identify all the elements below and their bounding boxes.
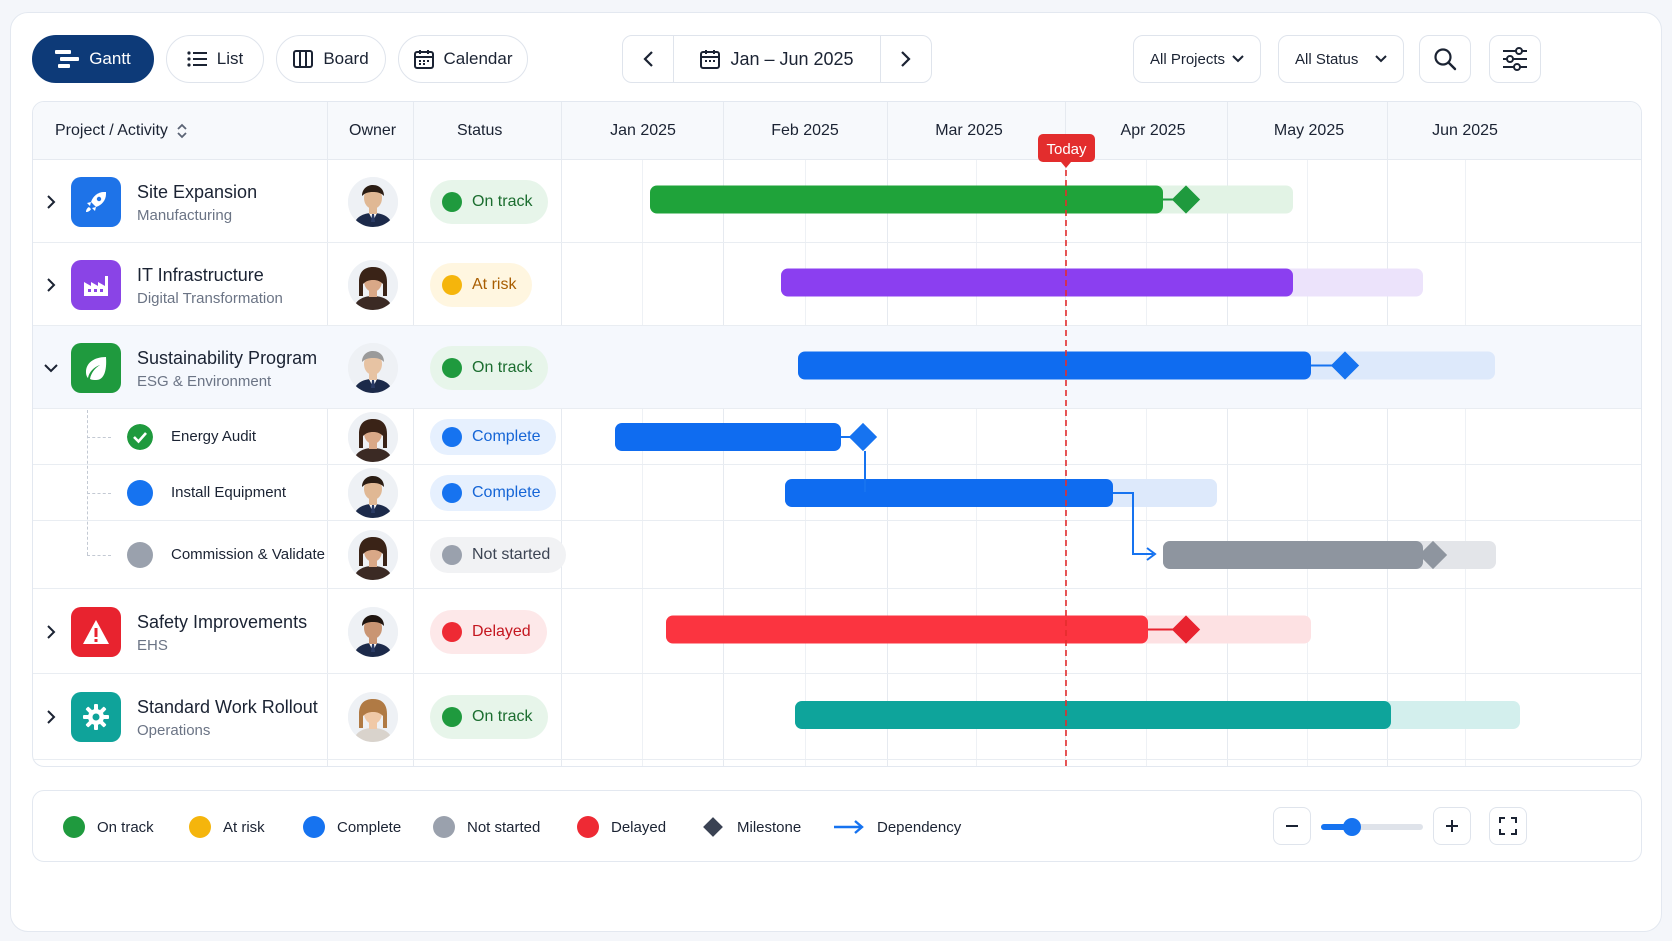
gantt-bar[interactable] xyxy=(785,479,1113,507)
fullscreen-button[interactable] xyxy=(1489,807,1527,845)
gantt-bar[interactable] xyxy=(666,615,1148,644)
list-icon xyxy=(187,51,207,67)
minus-icon xyxy=(1286,825,1298,827)
search-button[interactable] xyxy=(1419,35,1471,83)
zoom-in-button[interactable] xyxy=(1433,807,1471,845)
plus-icon xyxy=(1446,820,1458,832)
projects-filter-value: All Projects xyxy=(1150,50,1226,68)
next-range-button[interactable] xyxy=(881,36,931,82)
zoom-slider[interactable] xyxy=(1321,818,1423,836)
legend-item-on-track: On track xyxy=(63,791,154,863)
legend-dot xyxy=(577,816,599,838)
date-range-picker[interactable]: Jan – Jun 2025 xyxy=(673,36,881,82)
date-range-label: Jan – Jun 2025 xyxy=(730,48,854,69)
zoom-out-button[interactable] xyxy=(1273,807,1311,845)
gantt-bars: Today xyxy=(615,134,1520,766)
sliders-icon xyxy=(1503,47,1527,71)
legend-label: At risk xyxy=(223,818,265,836)
gantt-bar[interactable] xyxy=(798,351,1311,380)
legend-item-not-started: Not started xyxy=(433,791,540,863)
legend-label: Delayed xyxy=(611,818,667,836)
gantt-grid: Project / Activity Owner Status Jan 2025… xyxy=(32,101,1642,767)
view-gantt-label: Gantt xyxy=(89,49,131,68)
legend-item-at-risk: At risk xyxy=(189,791,265,863)
legend-label: Not started xyxy=(467,818,541,836)
status-filter-value: All Status xyxy=(1295,50,1359,68)
fullscreen-icon xyxy=(1499,817,1517,835)
chevron-down-icon xyxy=(1232,55,1244,63)
legend-label: Milestone xyxy=(737,818,802,836)
prev-range-button[interactable] xyxy=(623,36,673,82)
calendar-icon xyxy=(700,50,721,69)
milestone-diamond-icon xyxy=(703,817,723,837)
legend-item-complete: Complete xyxy=(303,791,401,863)
view-calendar-button[interactable]: Calendar xyxy=(398,35,528,83)
legend-label: Dependency xyxy=(877,818,962,836)
milestone-diamond[interactable] xyxy=(848,422,878,452)
view-list-button[interactable]: List xyxy=(166,35,264,83)
legend-label: On track xyxy=(97,818,154,836)
gantt-bar[interactable] xyxy=(650,185,1163,214)
status-filter-dropdown[interactable]: All Status xyxy=(1278,35,1404,83)
chevron-right-icon xyxy=(901,51,911,67)
legend-dot xyxy=(189,816,211,838)
legend-item-milestone: Milestone xyxy=(701,791,801,863)
chevron-left-icon xyxy=(643,51,653,67)
gantt-icon xyxy=(55,50,80,68)
legend-bar: On track At risk Complete Not started Delaye… xyxy=(32,790,1642,862)
today-label: Today xyxy=(1046,141,1087,158)
calendar-icon xyxy=(413,50,434,69)
settings-filter-button[interactable] xyxy=(1489,35,1541,83)
search-icon xyxy=(1434,48,1457,71)
legend-dot xyxy=(433,816,455,838)
view-board-label: Board xyxy=(323,49,369,68)
legend-label: Complete xyxy=(337,818,402,836)
view-list-label: List xyxy=(216,49,244,68)
legend-item-dependency: Dependency xyxy=(833,791,961,863)
gantt-bar[interactable] xyxy=(615,423,841,451)
legend-dot xyxy=(303,816,325,838)
view-board-button[interactable]: Board xyxy=(276,35,386,83)
date-range-navigator: Jan – Jun 2025 xyxy=(622,35,932,83)
legend-item-delayed: Delayed xyxy=(577,791,666,863)
gantt-bar[interactable] xyxy=(795,701,1391,729)
today-marker-pointer xyxy=(1061,162,1071,168)
gantt-bar[interactable] xyxy=(1163,541,1423,569)
projects-filter-dropdown[interactable]: All Projects xyxy=(1133,35,1261,83)
legend-dot xyxy=(63,816,85,838)
gantt-bar[interactable] xyxy=(781,268,1293,297)
view-calendar-label: Calendar xyxy=(443,49,513,68)
chevron-down-icon xyxy=(1375,55,1387,63)
board-icon xyxy=(293,50,314,68)
arrow-right-icon xyxy=(834,820,864,834)
zoom-slider-handle[interactable] xyxy=(1343,818,1361,836)
view-gantt-button[interactable]: Gantt xyxy=(32,35,154,83)
